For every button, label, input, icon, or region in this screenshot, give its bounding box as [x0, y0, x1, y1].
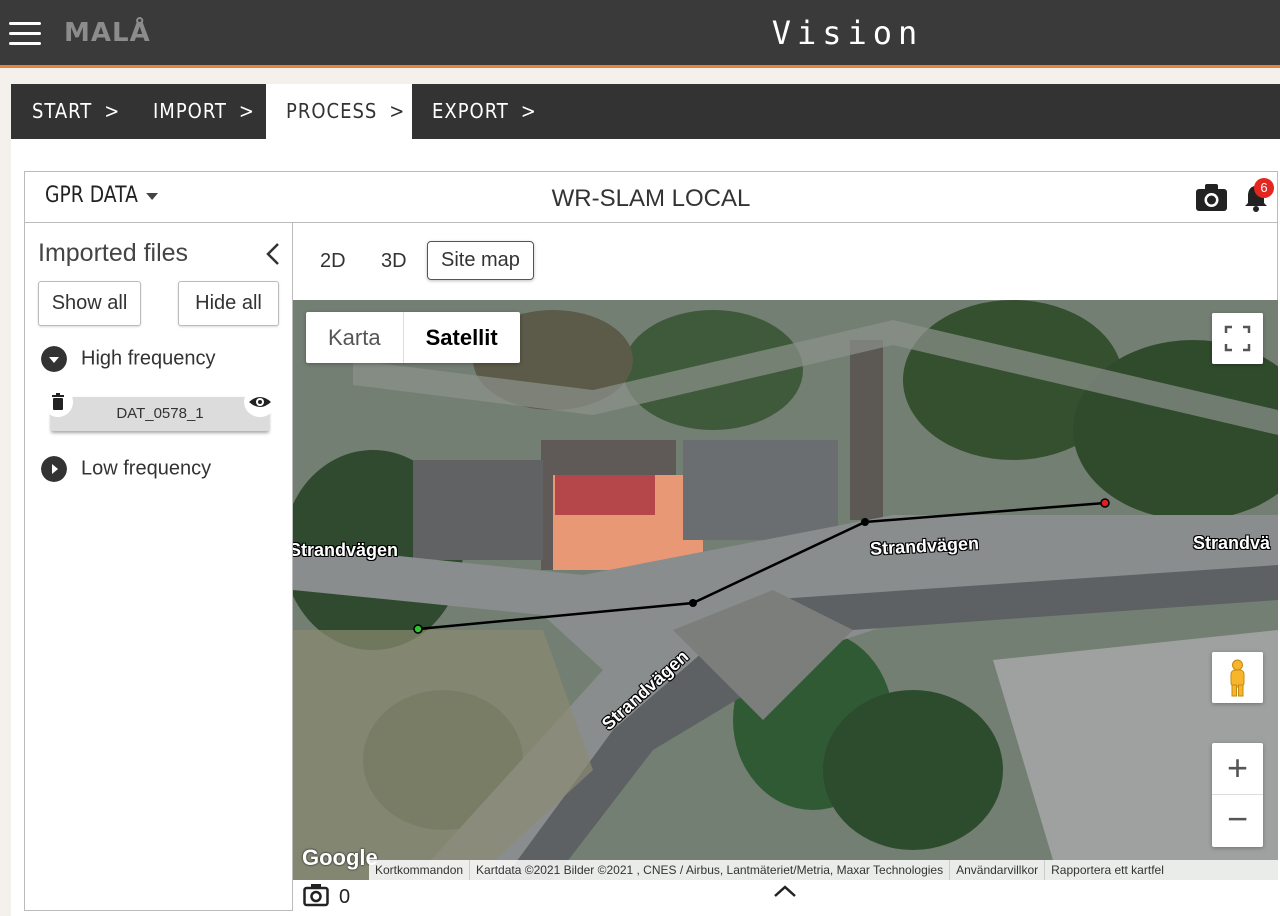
workflow-stepper: START > IMPORT > PROCESS > EXPORT >	[11, 84, 1280, 139]
step-import-label: IMPORT	[153, 99, 227, 123]
app-title: Vision	[771, 14, 924, 52]
map-type-satellit[interactable]: Satellit	[402, 312, 520, 363]
snapshot-bar: 0	[293, 880, 1278, 911]
map-data-credit: Kartdata ©2021 Bilder ©2021 , CNES / Air…	[470, 860, 951, 880]
chevron-right-icon: >	[520, 99, 537, 123]
group-high-frequency[interactable]: High frequency	[41, 346, 216, 372]
imported-files-sidebar: Imported files Show all Hide all High fr…	[25, 223, 293, 911]
zoom-control: + −	[1212, 743, 1263, 847]
camera-icon[interactable]	[1195, 183, 1228, 212]
track-line	[417, 501, 1106, 631]
track-waypoint[interactable]	[861, 518, 869, 526]
step-export-label: EXPORT	[432, 99, 509, 123]
fullscreen-icon[interactable]	[1212, 313, 1263, 364]
notification-badge: 6	[1254, 178, 1274, 198]
group-label: High frequency	[81, 347, 216, 370]
street-label: Strandvägen	[293, 540, 399, 560]
step-import[interactable]: IMPORT >	[153, 84, 255, 139]
street-view-pegman-icon[interactable]	[1212, 652, 1263, 703]
tab-3d[interactable]: 3D	[381, 250, 407, 273]
map-attribution: Kortkommandon Kartdata ©2021 Bilder ©2021…	[369, 860, 1278, 880]
tab-2d[interactable]: 2D	[320, 250, 346, 273]
zoom-out-button[interactable]: −	[1212, 795, 1263, 846]
show-all-button[interactable]: Show all	[38, 281, 141, 326]
track-waypoint[interactable]	[689, 599, 697, 607]
hide-all-button[interactable]: Hide all	[178, 281, 279, 326]
tab-site-map[interactable]: Site map	[427, 241, 534, 280]
keyboard-shortcuts-link[interactable]: Kortkommandon	[369, 860, 471, 880]
report-error-link[interactable]: Rapportera ett kartfel	[1045, 860, 1170, 880]
top-bar: MALÅ Vision	[0, 0, 1280, 68]
step-start[interactable]: START >	[32, 84, 120, 139]
group-label: Low frequency	[81, 457, 212, 480]
google-logo: Google	[302, 845, 378, 870]
sidebar-title: Imported files	[38, 239, 189, 267]
panel-header: GPR DATA WR-SLAM LOCAL 6	[25, 172, 1277, 223]
snapshot-count: 0	[339, 886, 351, 908]
gpr-track	[413, 498, 1110, 634]
chevron-left-icon[interactable]	[263, 241, 283, 267]
chevron-right-icon: >	[389, 99, 406, 123]
step-export[interactable]: EXPORT >	[432, 84, 537, 139]
street-label: Strandvä	[1193, 533, 1271, 553]
panel-title: WR-SLAM LOCAL	[551, 185, 751, 212]
eye-icon[interactable]	[244, 387, 276, 417]
zoom-in-button[interactable]: +	[1212, 743, 1263, 795]
camera-outline-icon[interactable]	[303, 883, 329, 907]
trash-icon[interactable]	[43, 387, 73, 417]
track-end-point[interactable]	[1100, 498, 1110, 508]
chevron-right-icon: >	[238, 99, 255, 123]
file-chip[interactable]: DAT_0578_1	[43, 387, 276, 431]
step-process[interactable]: PROCESS >	[266, 84, 412, 139]
chevron-right-icon: >	[104, 99, 121, 123]
step-start-label: START	[32, 99, 93, 123]
map-type-control: Karta Satellit	[306, 312, 520, 363]
caret-right-icon	[41, 456, 67, 482]
site-map[interactable]: Strandvägen Strandvägen Strandvägen Stra…	[293, 300, 1278, 880]
terms-link[interactable]: Användarvillkor	[950, 860, 1046, 880]
file-name: DAT_0578_1	[116, 405, 204, 422]
map-type-karta[interactable]: Karta	[306, 312, 403, 363]
step-process-label: PROCESS	[286, 99, 378, 123]
track-start-point[interactable]	[413, 624, 423, 634]
caret-down-icon	[41, 346, 67, 372]
group-low-frequency[interactable]: Low frequency	[41, 456, 211, 482]
chevron-up-icon[interactable]	[773, 884, 797, 898]
